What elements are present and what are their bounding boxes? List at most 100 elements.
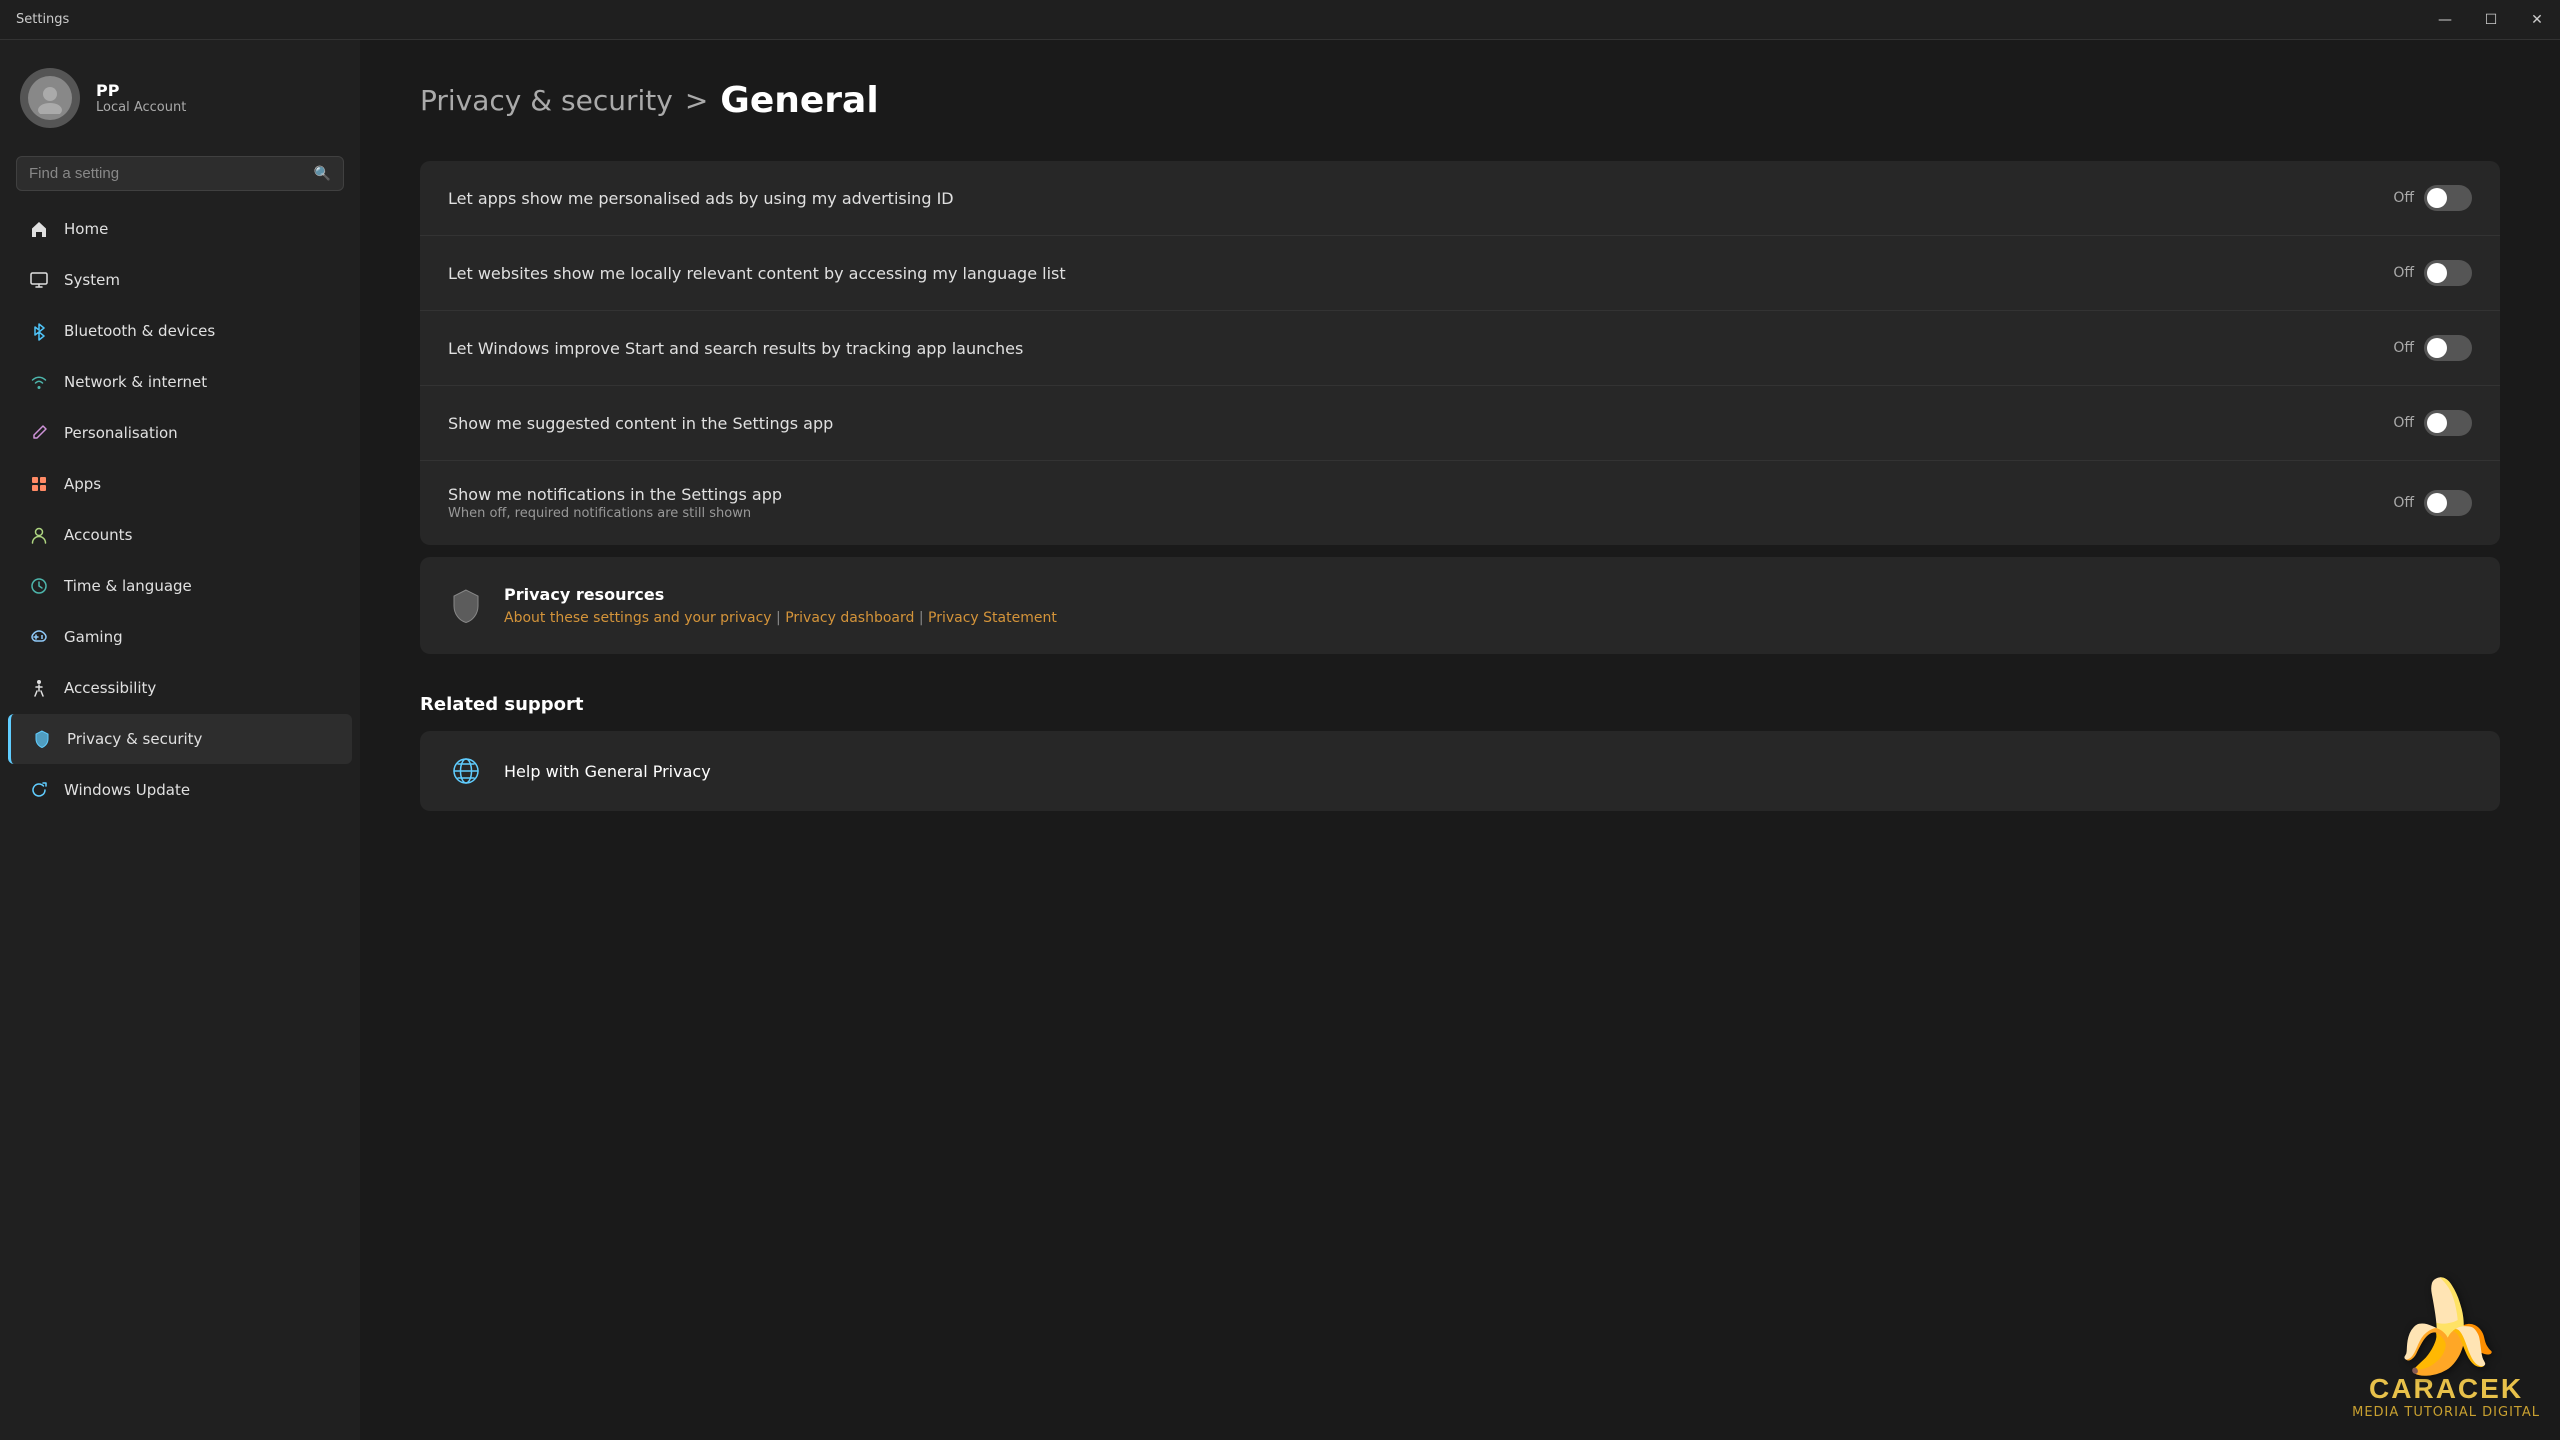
setting-label-notifications: Show me notifications in the Settings ap… — [448, 485, 2393, 504]
setting-label-tracking: Let Windows improve Start and search res… — [448, 339, 2393, 358]
sidebar-item-apps-label: Apps — [64, 475, 101, 493]
time-icon — [28, 575, 50, 597]
toggle-container-notifications[interactable]: Off — [2393, 490, 2472, 516]
toggle-notifications[interactable] — [2424, 490, 2472, 516]
system-icon — [28, 269, 50, 291]
network-icon — [28, 371, 50, 393]
setting-row-notifications: Show me notifications in the Settings ap… — [420, 461, 2500, 545]
setting-sublabel-notifications: When off, required notifications are sti… — [448, 506, 2393, 521]
setting-row-language: Let websites show me locally relevant co… — [420, 236, 2500, 311]
sidebar-item-system[interactable]: System — [8, 255, 352, 305]
toggle-state-tracking: Off — [2393, 340, 2414, 356]
search-icon: 🔍 — [314, 166, 331, 182]
sidebar-item-personalisation[interactable]: Personalisation — [8, 408, 352, 458]
user-profile[interactable]: PP Local Account — [0, 40, 360, 148]
setting-text-language: Let websites show me locally relevant co… — [448, 264, 2393, 283]
privacy-link-dashboard[interactable]: Privacy dashboard — [785, 610, 914, 626]
privacy-link-statement[interactable]: Privacy Statement — [928, 610, 1057, 626]
toggle-container-language[interactable]: Off — [2393, 260, 2472, 286]
maximize-button[interactable]: ☐ — [2468, 0, 2514, 40]
support-label-privacy: Help with General Privacy — [504, 762, 711, 781]
toggle-thumb-ads — [2427, 188, 2447, 208]
titlebar-title: Settings — [16, 12, 69, 27]
toggle-thumb-language — [2427, 263, 2447, 283]
avatar-icon — [28, 76, 72, 120]
titlebar-controls: — ☐ ✕ — [2422, 0, 2560, 40]
privacy-links: About these settings and your privacy | … — [504, 610, 1057, 626]
toggle-container-tracking[interactable]: Off — [2393, 335, 2472, 361]
breadcrumb-separator: > — [685, 84, 708, 117]
bluetooth-icon — [28, 320, 50, 342]
watermark: 🍌 CARACEK MEDIA TUTORIAL DIGITAL — [2352, 1283, 2540, 1420]
sidebar: PP Local Account 🔍 Home — [0, 40, 360, 1440]
sidebar-item-bluetooth-label: Bluetooth & devices — [64, 322, 215, 340]
globe-icon — [448, 753, 484, 789]
close-button[interactable]: ✕ — [2514, 0, 2560, 40]
setting-row-tracking: Let Windows improve Start and search res… — [420, 311, 2500, 386]
search-box[interactable]: 🔍 — [16, 156, 344, 191]
personalisation-icon — [28, 422, 50, 444]
search-input[interactable] — [29, 165, 304, 182]
toggle-state-suggested: Off — [2393, 415, 2414, 431]
support-row-privacy[interactable]: Help with General Privacy — [420, 731, 2500, 811]
watermark-sub: MEDIA TUTORIAL DIGITAL — [2352, 1405, 2540, 1420]
sidebar-item-home-label: Home — [64, 220, 108, 238]
sidebar-item-gaming-label: Gaming — [64, 628, 123, 646]
toggle-suggested[interactable] — [2424, 410, 2472, 436]
related-support-title: Related support — [420, 694, 2500, 715]
accounts-icon — [28, 524, 50, 546]
sidebar-item-update-label: Windows Update — [64, 781, 190, 799]
toggle-container-ads[interactable]: Off — [2393, 185, 2472, 211]
setting-label-language: Let websites show me locally relevant co… — [448, 264, 2393, 283]
setting-row-ads: Let apps show me personalised ads by usi… — [420, 161, 2500, 236]
sidebar-item-accounts[interactable]: Accounts — [8, 510, 352, 560]
user-info: PP Local Account — [96, 81, 186, 115]
sidebar-item-accessibility-label: Accessibility — [64, 679, 156, 697]
sidebar-item-bluetooth[interactable]: Bluetooth & devices — [8, 306, 352, 356]
sidebar-item-gaming[interactable]: Gaming — [8, 612, 352, 662]
setting-text-ads: Let apps show me personalised ads by usi… — [448, 189, 2393, 208]
breadcrumb-parent[interactable]: Privacy & security — [420, 84, 673, 117]
sidebar-item-time[interactable]: Time & language — [8, 561, 352, 611]
privacy-resources-content: Privacy resources About these settings a… — [504, 585, 1057, 626]
toggle-state-language: Off — [2393, 265, 2414, 281]
toggle-language[interactable] — [2424, 260, 2472, 286]
gaming-icon — [28, 626, 50, 648]
toggle-container-suggested[interactable]: Off — [2393, 410, 2472, 436]
apps-icon — [28, 473, 50, 495]
privacy-resources: Privacy resources About these settings a… — [420, 557, 2500, 654]
toggle-ads[interactable] — [2424, 185, 2472, 211]
sidebar-item-network-label: Network & internet — [64, 373, 207, 391]
toggle-thumb-notifications — [2427, 493, 2447, 513]
privacy-link-about[interactable]: About these settings and your privacy — [504, 610, 772, 626]
user-account-type: Local Account — [96, 100, 186, 115]
privacy-separator-1: | — [776, 610, 785, 626]
sidebar-item-accessibility[interactable]: Accessibility — [8, 663, 352, 713]
setting-text-suggested: Show me suggested content in the Setting… — [448, 414, 2393, 433]
privacy-resources-title: Privacy resources — [504, 585, 1057, 604]
privacy-icon — [31, 728, 53, 750]
setting-text-notifications: Show me notifications in the Settings ap… — [448, 485, 2393, 521]
sidebar-nav: Home System Bluetooth & devices — [0, 203, 360, 816]
setting-label-ads: Let apps show me personalised ads by usi… — [448, 189, 2393, 208]
sidebar-item-time-label: Time & language — [64, 577, 192, 595]
sidebar-item-network[interactable]: Network & internet — [8, 357, 352, 407]
sidebar-item-home[interactable]: Home — [8, 204, 352, 254]
toggle-tracking[interactable] — [2424, 335, 2472, 361]
minimize-button[interactable]: — — [2422, 0, 2468, 40]
toggle-state-notifications: Off — [2393, 495, 2414, 511]
app-window: PP Local Account 🔍 Home — [0, 40, 2560, 1440]
toggle-thumb-suggested — [2427, 413, 2447, 433]
sidebar-item-update[interactable]: Windows Update — [8, 765, 352, 815]
toggle-state-ads: Off — [2393, 190, 2414, 206]
sidebar-item-privacy[interactable]: Privacy & security — [8, 714, 352, 764]
setting-row-suggested: Show me suggested content in the Setting… — [420, 386, 2500, 461]
banana-emoji: 🍌 — [2390, 1283, 2502, 1373]
sidebar-item-accounts-label: Accounts — [64, 526, 132, 544]
settings-section: Let apps show me personalised ads by usi… — [420, 161, 2500, 545]
setting-label-suggested: Show me suggested content in the Setting… — [448, 414, 2393, 433]
sidebar-item-apps[interactable]: Apps — [8, 459, 352, 509]
sidebar-item-system-label: System — [64, 271, 120, 289]
shield-icon — [448, 587, 484, 623]
breadcrumb-current: General — [720, 80, 878, 121]
